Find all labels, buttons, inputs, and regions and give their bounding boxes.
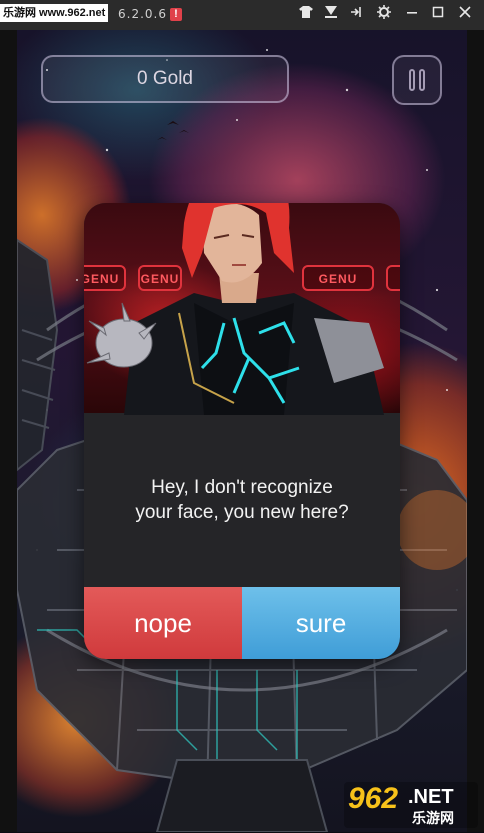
dialog-message-line2: your face, you new here?: [135, 502, 349, 523]
npc-dialog: GENU GENU GENU Hey, I don't recognize yo…: [84, 203, 400, 659]
watermark-number: 962: [348, 782, 399, 815]
emulator-frame-right: [467, 30, 484, 832]
dialog-message-line1: Hey, I don't recognize: [151, 477, 333, 498]
pause-icon-bar: [419, 69, 425, 91]
site-watermark-logo: 962 .NET 乐游网: [344, 782, 478, 828]
shirt-icon[interactable]: [296, 5, 316, 25]
gold-counter: 0 Gold: [41, 55, 289, 103]
sure-button[interactable]: sure: [242, 587, 400, 659]
watermark-cn: 乐游网: [412, 811, 454, 827]
minimize-icon[interactable]: [402, 5, 422, 25]
keyboard-icon[interactable]: [321, 5, 341, 25]
site-watermark-badge: 乐游网 www.962.net: [0, 4, 109, 22]
game-viewport: 0 Gold GENU GENU GENU Hey, I don't recog…: [17, 30, 467, 832]
nope-button[interactable]: nope: [84, 587, 242, 659]
character-portrait: [86, 203, 384, 415]
gear-icon[interactable]: [374, 5, 394, 25]
pause-button[interactable]: [392, 55, 442, 105]
close-icon[interactable]: [455, 5, 475, 25]
dialog-message: Hey, I don't recognize your face, you ne…: [84, 475, 400, 525]
app-version: 6.2.0.6: [118, 7, 167, 21]
watermark-suffix: .NET: [408, 786, 454, 808]
gold-label: 0 Gold: [137, 68, 193, 89]
emulator-frame-left: [0, 30, 17, 832]
maximize-icon[interactable]: [428, 5, 448, 25]
pin-icon[interactable]: [347, 5, 367, 25]
alert-icon[interactable]: !: [170, 8, 182, 21]
pause-icon: [409, 69, 415, 91]
emulator-titlebar: 乐游网 www.962.net 6.2.0.6 !: [0, 0, 484, 30]
